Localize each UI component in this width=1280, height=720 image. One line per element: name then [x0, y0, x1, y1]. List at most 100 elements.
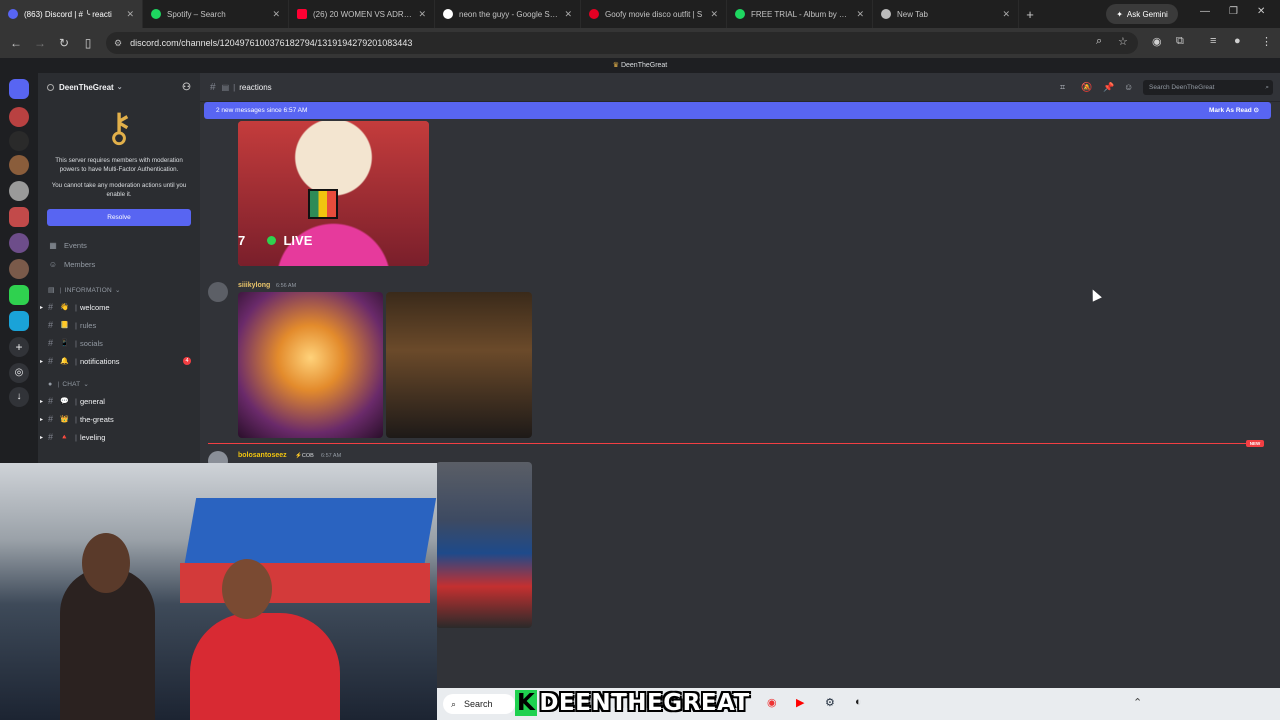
search-input[interactable]: Search DeenTheGreat ⌕	[1143, 80, 1273, 95]
hash-icon: #	[48, 414, 54, 424]
server-icon[interactable]	[9, 207, 29, 227]
message-image-ring[interactable]	[436, 462, 532, 628]
author-name[interactable]: siiikylong	[238, 282, 270, 289]
server-icon[interactable]	[9, 311, 29, 331]
gemini-sparkle-icon: ✦	[1116, 9, 1123, 19]
book-icon: ▤	[48, 287, 55, 294]
channel-leveling[interactable]: ▸ # 🔺 | leveling	[38, 428, 200, 446]
browser-tab-spotify-album[interactable]: FREE TRIAL - Album by THE ✕	[727, 0, 873, 28]
tray-chevron-up-icon[interactable]: ⌃	[1133, 696, 1142, 709]
nav-events[interactable]: ▦ Events	[38, 236, 200, 255]
browser-tab-newtab[interactable]: New Tab ✕	[873, 0, 1019, 28]
server-icon[interactable]	[9, 233, 29, 253]
channel-welcome[interactable]: ▸ # 👋 | welcome	[38, 298, 200, 316]
mark-as-read-button[interactable]: Mark As Read ⊙	[1209, 102, 1259, 119]
pin-icon[interactable]: 📌	[1103, 82, 1114, 93]
close-tab-icon[interactable]: ✕	[710, 9, 718, 20]
download-icon[interactable]: ↓	[9, 387, 29, 407]
new-messages-divider	[208, 443, 1262, 444]
steam-icon[interactable]: ⚙	[825, 696, 835, 709]
profile-avatar-icon[interactable]: ●	[1234, 35, 1241, 47]
server-icon[interactable]	[9, 155, 29, 175]
youtube-icon[interactable]: ▶	[796, 696, 804, 709]
browser-tab-pinterest[interactable]: Goofy movie disco outfit | S ✕	[581, 0, 727, 28]
notification-bell-icon[interactable]: 🔕	[1081, 82, 1092, 93]
author-name[interactable]: bolosantoseez	[238, 452, 287, 459]
close-tab-icon[interactable]: ✕	[418, 9, 426, 20]
category-information[interactable]: ▤ | INFORMATION ⌄	[38, 282, 200, 298]
reload-icon[interactable]: ↻	[52, 36, 76, 50]
new-tab-plus-icon[interactable]: +	[1019, 7, 1041, 22]
back-arrow-icon[interactable]: ←	[4, 36, 28, 50]
bookmark-star-icon[interactable]: ☆	[1118, 35, 1128, 48]
channel-rules[interactable]: # 📒 | rules	[38, 316, 200, 334]
server-icon[interactable]	[9, 259, 29, 279]
maximize-icon[interactable]: ❐	[1229, 6, 1238, 17]
server-header[interactable]: DeenTheGreat ⌄ ⚇	[38, 73, 200, 101]
message-image-cartoon[interactable]: 7 LIVE	[238, 121, 429, 266]
key-icon: ⚷	[104, 106, 134, 150]
avatar[interactable]	[208, 282, 228, 302]
mention-badge: 4	[183, 357, 191, 365]
member-list-icon[interactable]: ☺	[1124, 82, 1133, 92]
search-icon: ⌕	[1265, 84, 1269, 91]
resolve-button[interactable]: Resolve	[47, 209, 191, 226]
webcam-overlay	[0, 463, 437, 720]
server-icon[interactable]	[9, 285, 29, 305]
youtube-favicon-icon	[297, 9, 307, 19]
browser-tab-discord[interactable]: (863) Discord | # ╰ reacti ✕	[0, 0, 143, 28]
close-tab-icon[interactable]: ✕	[272, 9, 280, 20]
app-icon[interactable]: ◐	[855, 696, 862, 708]
puzzle-extensions-icon[interactable]: ⧉	[1176, 35, 1184, 48]
channel-notifications[interactable]: ▸ # 🔔 | notifications 4	[38, 352, 200, 370]
calendar-icon: ▦	[49, 241, 57, 250]
invite-people-icon[interactable]: ⚇	[182, 82, 191, 93]
server-icon[interactable]	[9, 131, 29, 151]
server-icon[interactable]	[9, 107, 29, 127]
category-chat[interactable]: ● | CHAT ⌄	[38, 376, 200, 392]
pinterest-favicon-icon	[589, 9, 599, 19]
close-tab-icon[interactable]: ✕	[126, 9, 134, 20]
extension-icon[interactable]: ◉	[1152, 35, 1162, 48]
discord-home-icon[interactable]	[9, 79, 29, 99]
server-crown-icon: ♛	[612, 62, 619, 69]
channel-title: reactions	[239, 82, 272, 92]
window-close-icon[interactable]: ✕	[1257, 6, 1265, 17]
site-info-icon[interactable]: ⚙	[114, 38, 122, 49]
new-messages-banner[interactable]: 2 new messages since 6:57 AM Mark As Rea…	[204, 102, 1271, 119]
close-tab-icon[interactable]: ✕	[856, 9, 864, 20]
discover-compass-icon[interactable]: ◎	[9, 363, 29, 383]
streamer-name-overlay: K DEENTHEGREAT	[515, 690, 750, 716]
chevron-down-icon: ⌄	[116, 84, 123, 91]
close-tab-icon[interactable]: ✕	[1002, 9, 1010, 20]
server-icon[interactable]	[9, 181, 29, 201]
forward-arrow-icon[interactable]: →	[28, 36, 52, 50]
zoom-icon[interactable]: ⌕	[1096, 35, 1102, 48]
channel-the-greats[interactable]: ▸ # 👑 | the-greats	[38, 410, 200, 428]
url-bar[interactable]: ⚙ discord.com/channels/12049761003761827…	[106, 32, 1138, 54]
lightning-icon: ⚡	[295, 453, 302, 459]
minimize-icon[interactable]: —	[1200, 6, 1210, 17]
channel-general[interactable]: ▸ # 💬 | general	[38, 392, 200, 410]
message-timestamp: 6:56 AM	[276, 283, 297, 289]
taskbar-search[interactable]: ⌕ Search	[443, 694, 515, 714]
mark-read-icon: ⊙	[1253, 107, 1259, 114]
side-panel-icon[interactable]: ▯	[76, 36, 100, 50]
add-server-icon[interactable]: +	[9, 337, 29, 357]
threads-icon[interactable]: ⌗	[1060, 82, 1065, 93]
discord-favicon-icon	[8, 9, 18, 19]
browser-tab-youtube[interactable]: (26) 20 WOMEN VS ADRIEN ✕	[289, 0, 435, 28]
close-tab-icon[interactable]: ✕	[564, 9, 572, 20]
message-image-group-photo[interactable]	[386, 292, 532, 438]
channel-socials[interactable]: # 📱 | socials	[38, 334, 200, 352]
hash-icon: #	[48, 338, 54, 348]
role-tag: ⚡COB	[295, 453, 314, 459]
chrome-icon[interactable]: ◉	[767, 696, 777, 709]
media-control-icon[interactable]: ≡	[1210, 35, 1216, 47]
browser-tab-spotify[interactable]: Spotify – Search ✕	[143, 0, 289, 28]
message-image-art[interactable]	[238, 292, 383, 438]
browser-menu-icon[interactable]: ⋮	[1261, 35, 1272, 48]
ask-gemini-button[interactable]: ✦ Ask Gemini	[1106, 4, 1178, 24]
nav-members[interactable]: ☺ Members	[38, 255, 200, 274]
browser-tab-google[interactable]: neon the guyy - Google Sea ✕	[435, 0, 581, 28]
